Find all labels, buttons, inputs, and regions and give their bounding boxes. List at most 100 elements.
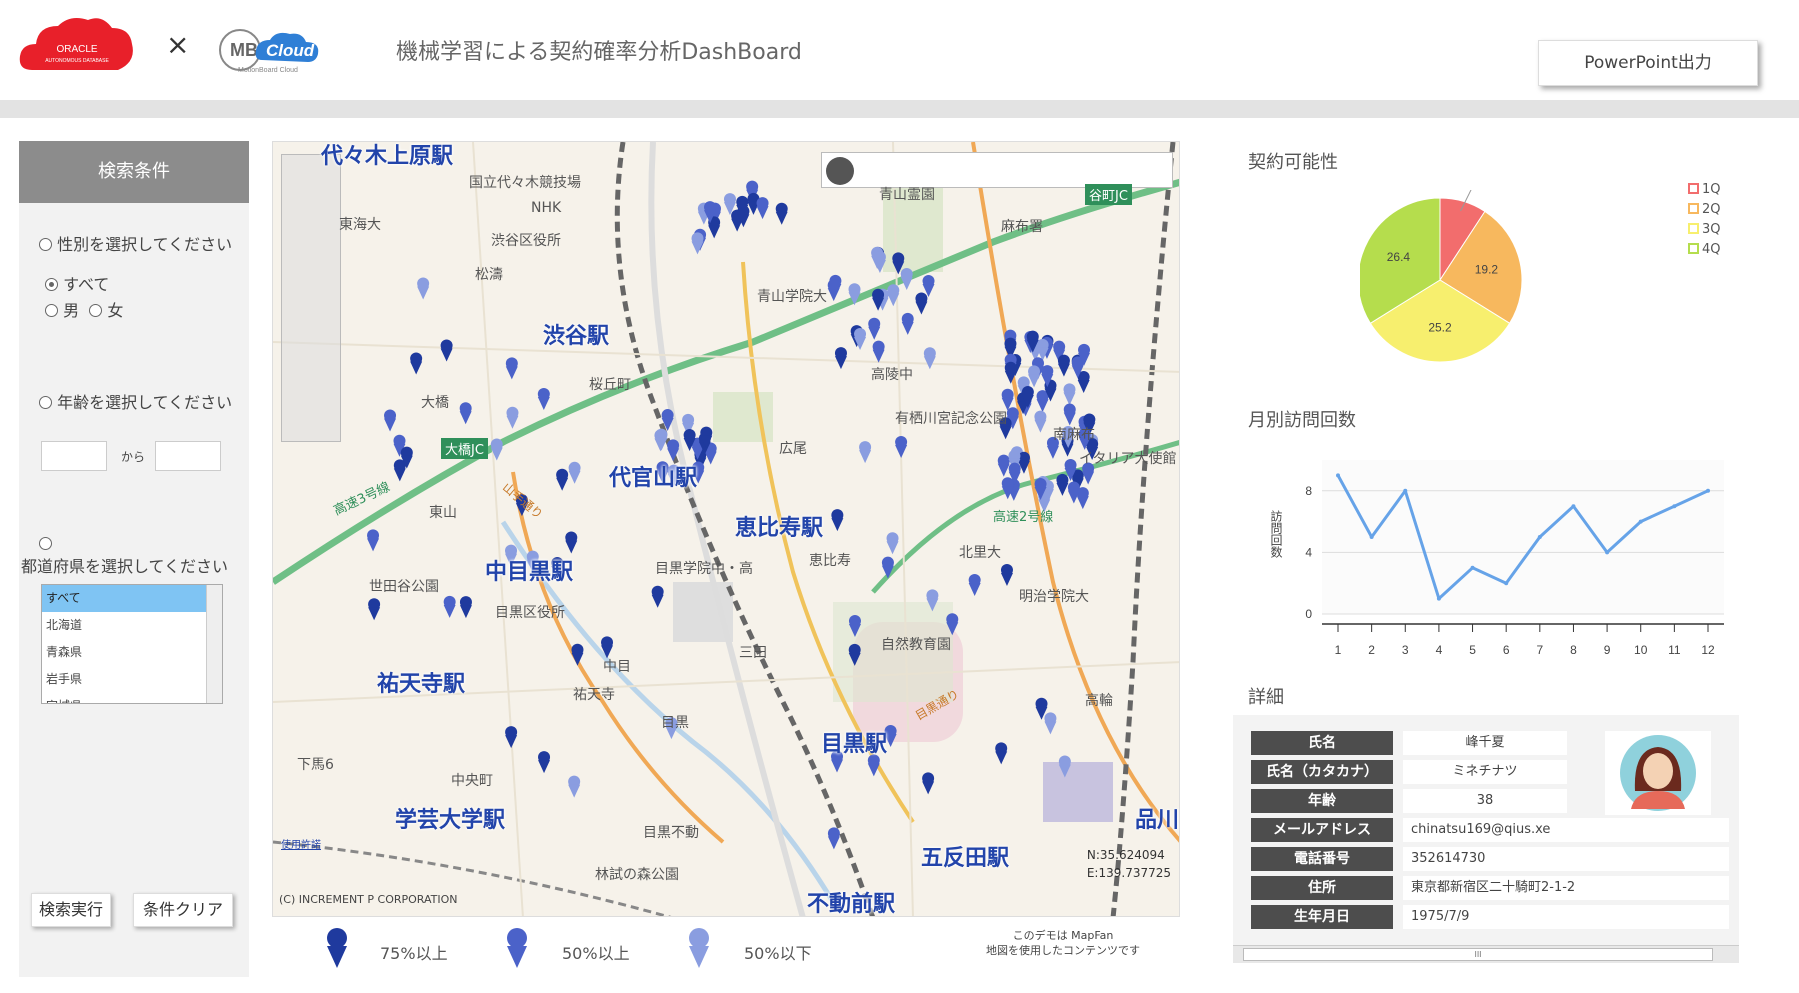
map-canvas[interactable] [273, 142, 1180, 917]
map-search-icon[interactable] [826, 157, 854, 185]
customer-pin[interactable] [568, 775, 581, 798]
age-enable-radio[interactable] [39, 396, 52, 409]
clear-button[interactable]: 条件クリア [133, 893, 233, 927]
customer-pin[interactable] [922, 772, 935, 795]
customer-pin[interactable] [995, 742, 1008, 765]
powerpoint-export-button[interactable]: PowerPoint出力 [1538, 40, 1758, 86]
line-point[interactable] [1470, 565, 1475, 570]
junction-label: 谷町JC [1085, 184, 1132, 205]
x-tick-label: 6 [1503, 643, 1510, 657]
gender-enable-radio[interactable] [39, 238, 52, 251]
age-from-input[interactable] [41, 441, 107, 471]
customer-pin[interactable] [872, 340, 885, 363]
customer-pin[interactable] [571, 643, 584, 666]
customer-pin[interactable] [368, 598, 381, 621]
customer-pin[interactable] [556, 468, 569, 491]
pref-item[interactable]: すべて [42, 585, 222, 612]
customer-pin[interactable] [915, 292, 928, 315]
customer-pin[interactable] [565, 531, 578, 554]
customer-pin[interactable] [410, 352, 423, 375]
line-point[interactable] [1571, 504, 1576, 509]
customer-pin[interactable] [881, 556, 894, 579]
customer-pin[interactable] [1076, 487, 1089, 510]
customer-pin[interactable] [1057, 354, 1070, 377]
age-to-input[interactable] [155, 441, 221, 471]
customer-pin[interactable] [691, 232, 704, 255]
customer-pin[interactable] [968, 574, 981, 597]
customer-pin[interactable] [775, 202, 788, 225]
customer-pin[interactable] [568, 461, 581, 484]
pref-item[interactable]: 宮城県 [42, 693, 222, 703]
customer-pin[interactable] [859, 441, 872, 464]
gender-option-all[interactable]: すべて [45, 271, 109, 295]
detail-horizontal-scrollbar[interactable]: III [1233, 945, 1739, 963]
customer-pin[interactable] [655, 428, 668, 451]
customer-pin[interactable] [1028, 365, 1041, 388]
pref-enable-radio[interactable] [39, 537, 52, 550]
line-point[interactable] [1436, 596, 1441, 601]
line-plot-area [1322, 460, 1724, 614]
customer-pin[interactable] [1063, 383, 1076, 406]
map-view[interactable]: 代々木上原駅 渋谷駅 代官山駅 恵比寿駅 中目黒駅 祐天寺駅 学芸大学駅 目黒駅… [272, 141, 1180, 917]
pref-item[interactable]: 北海道 [42, 612, 222, 639]
radio-female[interactable] [89, 304, 103, 317]
line-chart[interactable]: 0481 2 3 4 5 6 7 8 9 10 11 12訪問回数 [1236, 446, 1736, 662]
map-search-box[interactable] [821, 152, 1173, 188]
map-legend: 75%以上 50%以上 50%以下 このデモは MapFan 地図を使用したコン… [272, 918, 1180, 978]
line-point[interactable] [1605, 550, 1610, 555]
customer-pin[interactable] [1063, 403, 1076, 426]
line-point[interactable] [1336, 473, 1340, 478]
customer-pin[interactable] [506, 406, 519, 429]
customer-pin[interactable] [384, 409, 397, 432]
customer-pin[interactable] [895, 436, 908, 459]
pref-item[interactable]: 岩手県 [42, 666, 222, 693]
customer-pin[interactable] [459, 596, 472, 619]
customer-pin[interactable] [393, 459, 406, 482]
customer-pin[interactable] [538, 751, 551, 774]
customer-pin[interactable] [900, 268, 913, 291]
customer-pin[interactable] [505, 357, 518, 380]
customer-pin[interactable] [923, 347, 936, 370]
line-point[interactable] [1537, 535, 1542, 539]
line-point[interactable] [1706, 488, 1710, 493]
scrollbar-thumb[interactable]: III [1243, 948, 1713, 961]
customer-pin[interactable] [440, 339, 453, 362]
pref-list-scrollbar[interactable] [206, 585, 222, 703]
customer-pin[interactable] [367, 529, 380, 552]
customer-pin[interactable] [997, 454, 1010, 477]
customer-pin[interactable] [505, 726, 518, 749]
radio-male[interactable] [45, 304, 58, 317]
customer-pin[interactable] [459, 402, 472, 425]
customer-pin[interactable] [1000, 563, 1013, 586]
line-point[interactable] [1638, 519, 1643, 524]
customer-pin[interactable] [667, 439, 680, 462]
customer-pin[interactable] [886, 532, 899, 555]
customer-pin[interactable] [1044, 712, 1057, 735]
customer-pin[interactable] [651, 585, 664, 608]
customer-pin[interactable] [443, 595, 456, 618]
pref-item[interactable]: 青森県 [42, 639, 222, 666]
prefecture-list[interactable]: すべて 北海道 青森県 岩手県 宮城県 [41, 584, 223, 704]
customer-pin[interactable] [868, 317, 881, 340]
map-zoom-control[interactable] [281, 154, 341, 442]
customer-pin[interactable] [827, 827, 840, 850]
customer-pin[interactable] [1034, 410, 1047, 433]
customer-pin[interactable] [417, 277, 430, 300]
line-point[interactable] [1504, 581, 1509, 586]
terms-link[interactable]: 使用許諾 [281, 836, 321, 851]
line-point[interactable] [1672, 504, 1677, 509]
customer-pin[interactable] [854, 327, 867, 350]
customer-pin[interactable] [831, 509, 844, 532]
customer-pin[interactable] [901, 312, 914, 335]
line-point[interactable] [1403, 488, 1408, 493]
y-tick-label: 0 [1305, 607, 1312, 621]
line-point[interactable] [1369, 535, 1374, 539]
customer-pin[interactable] [1056, 473, 1069, 496]
customer-pin[interactable] [827, 279, 840, 302]
pie-chart[interactable]: 7.219.225.226.4 [1360, 190, 1560, 370]
radio-all[interactable] [45, 278, 58, 291]
customer-pin[interactable] [537, 388, 550, 411]
customer-pin[interactable] [834, 347, 847, 370]
search-button[interactable]: 検索実行 [31, 893, 111, 927]
customer-pin[interactable] [756, 197, 769, 220]
